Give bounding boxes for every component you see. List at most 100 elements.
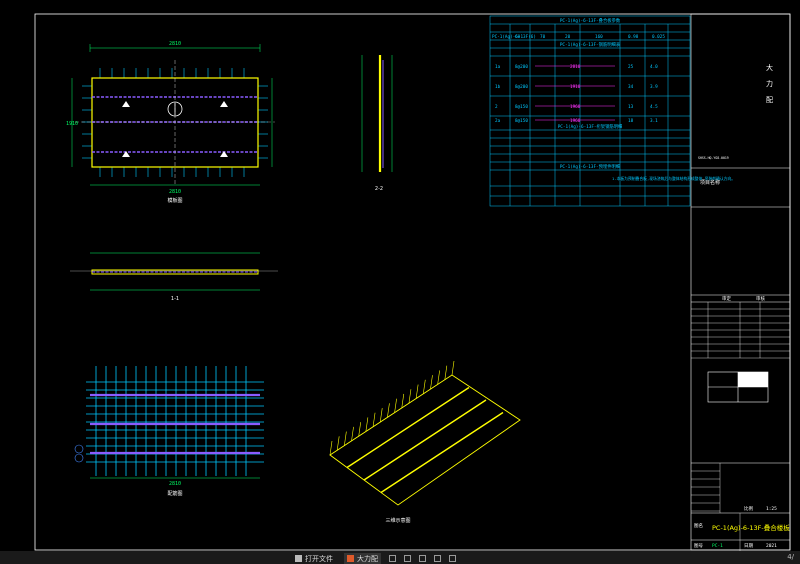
company-char: 大 bbox=[766, 63, 773, 72]
table1-cell: 70 bbox=[540, 34, 546, 40]
title-block-frame bbox=[690, 13, 791, 551]
table2-cell: 1b bbox=[495, 84, 501, 90]
drawing-no-value: PC-1 bbox=[712, 543, 723, 549]
iso-rebar-stub bbox=[415, 384, 419, 399]
table2-cell: 2a bbox=[495, 118, 501, 124]
small-note: SHSS-HQ-YG8-0019 bbox=[698, 156, 729, 160]
table2-cell: 8@150 bbox=[515, 104, 528, 110]
table2-cell: 3.1 bbox=[650, 118, 658, 124]
rebar-view: 2810 配筋图 bbox=[74, 366, 264, 497]
project-label: 项目名称 bbox=[700, 179, 720, 186]
table2-cell: 1a bbox=[495, 64, 501, 70]
rebar-tag-icon bbox=[74, 453, 84, 463]
lifting-point-icon bbox=[220, 101, 228, 107]
isometric-view: 三维示意图 bbox=[329, 360, 521, 524]
title-block-grid bbox=[691, 302, 790, 551]
table2-cell: 18 bbox=[628, 118, 634, 124]
table2-rows: 1a 8@200 2810 25 4.0 1b 8@200 1910 34 3.9 2 8@150 19… bbox=[495, 64, 658, 124]
iso-rebar-stub bbox=[336, 436, 340, 451]
section-2-2: 2-2 bbox=[361, 55, 393, 192]
tool-icon[interactable] bbox=[449, 555, 456, 562]
cad-drawing-canvas: 2810 2810 1910 模板图 2-2 1-1 2810 配筋图 三维示意… bbox=[34, 13, 791, 551]
iso-rebar-stub bbox=[437, 370, 440, 385]
table2-cell: 25 bbox=[628, 64, 634, 70]
iso-rebar-stub bbox=[387, 403, 390, 418]
document-icon bbox=[295, 555, 302, 562]
keyplan-highlight bbox=[738, 372, 768, 387]
table2-cell: 8@200 bbox=[515, 64, 528, 70]
iso-rebar-stub bbox=[358, 422, 362, 437]
iso-rebar-stub bbox=[408, 389, 412, 404]
tool-icon[interactable] bbox=[419, 555, 426, 562]
taskbar-tab-open[interactable]: 打开文件 bbox=[292, 553, 336, 564]
lifting-point-icon bbox=[220, 151, 228, 157]
plan-dim-bottom: 2810 bbox=[169, 189, 181, 195]
rebar-tag-icon bbox=[74, 444, 84, 454]
table2-cell: 1960 bbox=[570, 104, 581, 110]
plan-dim-left: 1910 bbox=[66, 121, 78, 127]
section-1-1: 1-1 bbox=[70, 252, 278, 302]
ratio-label: 比例 bbox=[744, 505, 753, 512]
company-char: 配 bbox=[766, 96, 773, 104]
drawing-name: PC-1(Ag)-6-13F-叠合楼板 bbox=[712, 523, 790, 532]
iso-rebar-stub bbox=[451, 360, 455, 376]
table2-cell: 1910 bbox=[570, 84, 581, 90]
iso-rebar-stub bbox=[394, 398, 397, 413]
file-tab-icon bbox=[347, 555, 354, 562]
plan-dim-top: 2810 bbox=[169, 41, 181, 47]
rebar-view-label: 配筋图 bbox=[167, 490, 182, 497]
table2-cell: 4.0 bbox=[650, 64, 658, 70]
date-value: 2021 bbox=[766, 543, 777, 549]
title-block: 大 力 配 SHSS-HQ-YG8-0019 项目名称 审定 审核 图名 PC-… bbox=[691, 63, 790, 551]
tool-icon[interactable] bbox=[404, 555, 411, 562]
table2-cell: 3.9 bbox=[650, 84, 658, 90]
table2-cell: 8@150 bbox=[515, 118, 528, 124]
iso-rebar-stub bbox=[430, 375, 433, 390]
tool-icon[interactable] bbox=[389, 555, 396, 562]
tool-icon[interactable] bbox=[434, 555, 441, 562]
table1-cell: 160 bbox=[595, 34, 603, 40]
rebar-grid bbox=[86, 366, 264, 476]
lifting-point-icon bbox=[122, 101, 130, 107]
iso-rebar-stub bbox=[344, 431, 347, 446]
iso-truss-line bbox=[363, 399, 487, 481]
iso-rebar-stub bbox=[379, 408, 383, 423]
iso-rebar-stub bbox=[372, 412, 376, 427]
table1-cell: 60 bbox=[515, 34, 521, 40]
section-1-1-label: 1-1 bbox=[171, 296, 179, 302]
table2-cell: 13 bbox=[628, 104, 634, 110]
table1-cell: 20 bbox=[565, 34, 571, 40]
iso-rebar-stub bbox=[422, 379, 426, 394]
table2-cell: 2810 bbox=[570, 64, 581, 70]
stage-label: 审定 bbox=[722, 295, 731, 302]
iso-rebar-stub bbox=[401, 393, 405, 408]
table2-title: PC-1(Ag)-6-13F-钢筋明细表 bbox=[560, 41, 621, 48]
ratio-value: 1:25 bbox=[766, 506, 777, 512]
taskbar-tab-current[interactable]: 大力配 bbox=[344, 553, 381, 564]
date-label: 日期 bbox=[744, 543, 753, 549]
plan-view: 2810 2810 1910 模板图 bbox=[66, 41, 275, 204]
table2-cell: 34 bbox=[628, 84, 634, 90]
plan-view-label: 模板图 bbox=[167, 197, 182, 204]
table2-cell: 1960 bbox=[570, 118, 581, 124]
iso-rebar-stub bbox=[329, 440, 333, 456]
table1-cell: PC-1(Ag)-6-13F(6) bbox=[492, 34, 536, 40]
table3-title: PC-1(Ag)-6-13F-桁架钢筋明细 bbox=[558, 123, 623, 130]
table2-cell: 4.5 bbox=[650, 104, 658, 110]
iso-rebar-stub bbox=[365, 417, 369, 432]
iso-rebar-lines bbox=[329, 360, 504, 494]
iso-rebar-stub bbox=[351, 426, 354, 441]
drawing-name-label: 图名 bbox=[694, 522, 703, 529]
table1-cell: 0.98 bbox=[628, 34, 639, 40]
table4-title: PC-1(Ag)-6-13F-预埋件明细 bbox=[560, 163, 620, 170]
section-2-2-label: 2-2 bbox=[375, 186, 383, 192]
iso-rebar-stub bbox=[444, 365, 448, 380]
taskbar-group: 打开文件 大力配 bbox=[292, 553, 456, 564]
company-char: 力 bbox=[766, 79, 773, 88]
table2-cell: 2 bbox=[495, 104, 498, 110]
iso-truss-line bbox=[380, 411, 504, 494]
table2-cell: 8@200 bbox=[515, 84, 528, 90]
iso-view-label: 三维示意图 bbox=[385, 517, 410, 524]
table1-cell: 0.025 bbox=[652, 34, 665, 40]
stage-label: 审核 bbox=[756, 295, 765, 302]
